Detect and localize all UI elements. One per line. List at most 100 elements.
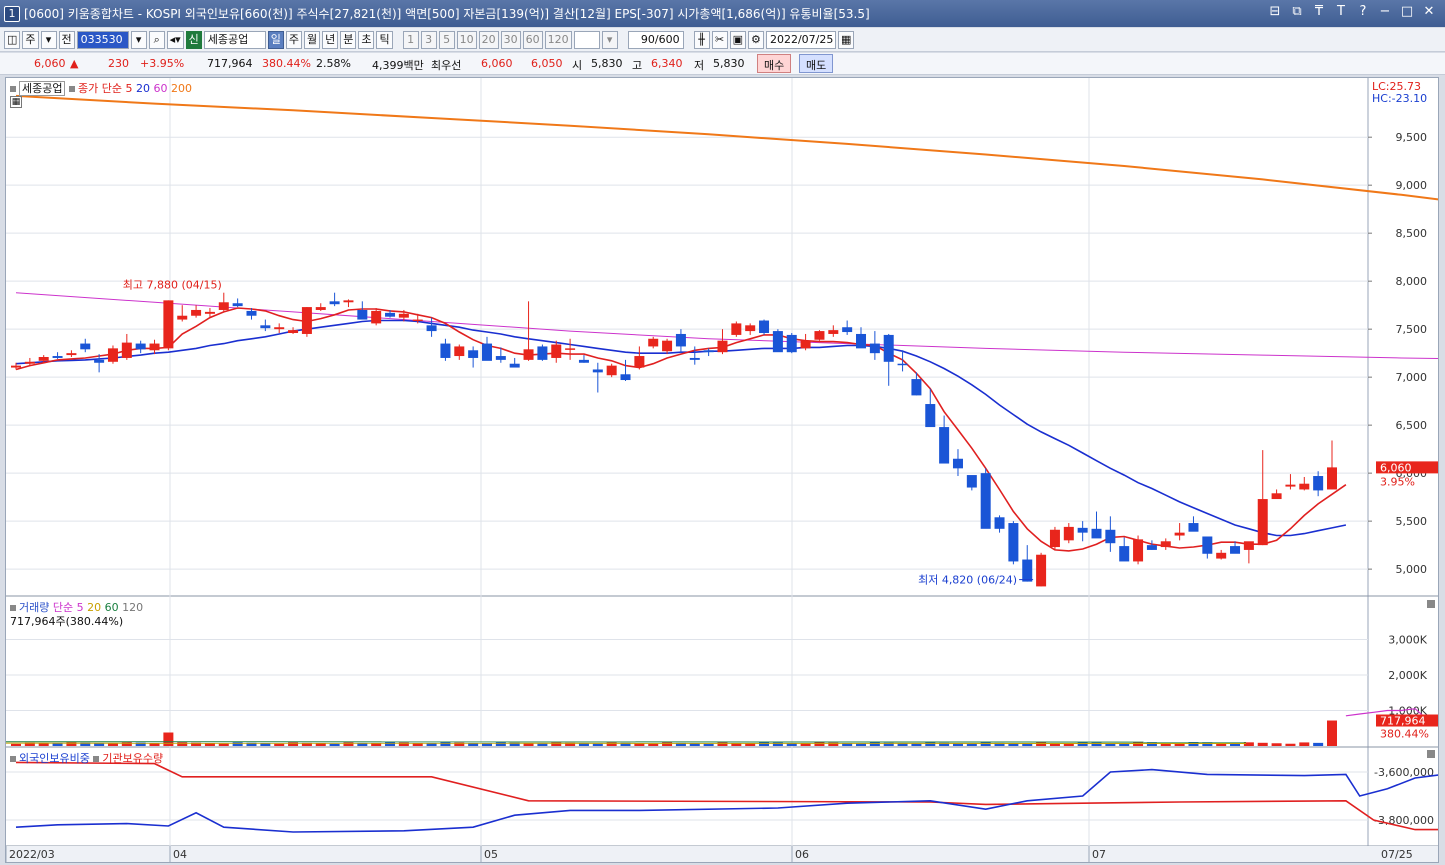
interval-10[interactable]: 10 bbox=[456, 30, 477, 49]
volume-bar bbox=[814, 742, 825, 746]
volume-bar bbox=[371, 743, 382, 746]
candle-body bbox=[1077, 527, 1088, 533]
candle-body bbox=[911, 379, 922, 396]
legend-ma20[interactable]: 20 bbox=[136, 82, 150, 95]
help-icon[interactable]: ? bbox=[1355, 4, 1371, 19]
candle-icon[interactable]: ╫ bbox=[693, 30, 710, 49]
interval-custom-input[interactable] bbox=[573, 30, 600, 49]
last-price-label: 6,060 bbox=[1380, 461, 1412, 474]
calendar-icon[interactable]: ▦ bbox=[837, 30, 855, 49]
legend-inst-title[interactable]: 기관보유수량 bbox=[102, 752, 163, 765]
chevron-down-icon[interactable]: ▾ bbox=[601, 30, 618, 49]
volume-bar bbox=[800, 743, 811, 746]
legend-ma200[interactable]: 200 bbox=[171, 82, 192, 95]
tab-day[interactable]: 일 bbox=[267, 30, 284, 49]
interval-20[interactable]: 20 bbox=[478, 30, 499, 49]
tab-month[interactable]: 월 bbox=[303, 30, 321, 49]
interval-120[interactable]: 120 bbox=[544, 30, 572, 49]
tool-icon[interactable]: ✂ bbox=[711, 30, 728, 49]
grid-table-icon[interactable]: ▦ bbox=[10, 96, 22, 108]
interval-30[interactable]: 30 bbox=[500, 30, 521, 49]
candle-body bbox=[426, 325, 437, 332]
legend-stock-name[interactable]: 세종공업 bbox=[19, 81, 66, 96]
window-title: [0600] 키움종합차트 - KOSPI 외국인보유[660(천)] 주식수[… bbox=[24, 7, 870, 21]
window-number[interactable]: 1 bbox=[4, 5, 20, 22]
save-icon[interactable]: ▣ bbox=[729, 30, 746, 49]
tab-tick[interactable]: 틱 bbox=[376, 30, 393, 49]
candle-body bbox=[329, 301, 340, 305]
tab-minute[interactable]: 분 bbox=[340, 30, 357, 49]
close-icon[interactable]: ✕ bbox=[1421, 4, 1437, 19]
volume-bar bbox=[1188, 742, 1199, 746]
stock-name-field[interactable]: 세종공업 bbox=[203, 30, 266, 49]
font-icon[interactable]: T bbox=[1333, 4, 1349, 19]
tab-second[interactable]: 초 bbox=[358, 30, 375, 49]
tab-year[interactable]: 년 bbox=[322, 30, 339, 49]
y-tick-label: 7,500 bbox=[1396, 323, 1428, 336]
date-input[interactable]: 2022/07/25 bbox=[765, 30, 836, 49]
candle-body bbox=[260, 325, 271, 329]
prev-button[interactable]: 전 bbox=[58, 30, 75, 49]
candle-body bbox=[495, 356, 506, 360]
candle-body bbox=[135, 343, 146, 350]
y-tick-label: 9,500 bbox=[1396, 131, 1428, 144]
chevron-down-icon[interactable]: ▾ bbox=[40, 30, 57, 49]
legend-box-icon bbox=[10, 756, 16, 762]
volume-bar bbox=[759, 742, 770, 746]
search-icon[interactable]: ⌕ bbox=[148, 30, 165, 49]
low-label: 저 bbox=[694, 59, 705, 72]
candle-body bbox=[772, 331, 783, 353]
speaker-icon[interactable]: ◂▾ bbox=[166, 30, 184, 49]
sell-button[interactable]: 매도 bbox=[799, 54, 834, 73]
candle-body bbox=[1133, 539, 1144, 562]
interval-3[interactable]: 3 bbox=[420, 30, 437, 49]
interval-5[interactable]: 5 bbox=[438, 30, 455, 49]
candle-body bbox=[1313, 476, 1324, 491]
candle-body bbox=[1285, 484, 1296, 487]
maximize-icon[interactable]: □ bbox=[1399, 4, 1415, 19]
candle-body bbox=[759, 320, 770, 334]
candle-body bbox=[966, 475, 977, 488]
candle-body bbox=[385, 312, 396, 317]
volume-tick-label: 3,000K bbox=[1388, 634, 1427, 647]
period-select[interactable]: 주 bbox=[22, 30, 39, 49]
candle-body bbox=[52, 356, 63, 358]
chart-svg[interactable]: 2022/03 04 05 06 07 07/255,0005,5006,0006,500… bbox=[6, 78, 1438, 862]
legend-ma-title[interactable]: 종가 단순 bbox=[78, 82, 122, 95]
legend-ma5[interactable]: 5 bbox=[125, 82, 132, 95]
candle-body bbox=[897, 363, 908, 366]
interval-1[interactable]: 1 bbox=[402, 30, 419, 49]
best-ask-value: 6,060 bbox=[481, 57, 513, 70]
settings-icon[interactable]: ⚙ bbox=[747, 30, 764, 49]
y-tick-label: 7,000 bbox=[1396, 371, 1428, 384]
legend-vol-ma120[interactable]: 120 bbox=[122, 601, 143, 614]
candle-body bbox=[163, 300, 174, 349]
chart-area[interactable]: 2022/03 04 05 06 07 07/25 5,000 5,500 6,000 6,500… bbox=[5, 77, 1439, 863]
candle-body bbox=[149, 343, 160, 351]
legend-ma60[interactable]: 60 bbox=[153, 82, 167, 95]
interval-60[interactable]: 60 bbox=[522, 30, 543, 49]
candle-body bbox=[232, 303, 243, 307]
candle-body bbox=[412, 319, 423, 322]
restore-icon[interactable]: ⊟ bbox=[1267, 4, 1283, 19]
candle-body bbox=[1230, 546, 1241, 554]
volume-bar bbox=[911, 743, 922, 746]
current-price: 6,060 bbox=[34, 57, 66, 70]
candle-body bbox=[648, 338, 659, 347]
volume-bar bbox=[385, 742, 396, 746]
chevron-down-icon[interactable]: ▾ bbox=[130, 30, 147, 49]
layout-icon[interactable]: ◫ bbox=[4, 30, 21, 49]
ma200-line bbox=[15, 94, 1438, 201]
count-input[interactable]: 90/600 bbox=[627, 30, 684, 49]
buy-button[interactable]: 매수 bbox=[757, 54, 792, 73]
y-tick-label: 6,500 bbox=[1396, 419, 1428, 432]
minimize-icon[interactable]: − bbox=[1377, 4, 1393, 19]
copy-icon[interactable]: ⧉ bbox=[1289, 4, 1305, 19]
volume-bar bbox=[856, 743, 867, 746]
legend-foreign-title[interactable]: 외국인보유비중 bbox=[19, 752, 90, 765]
tab-week[interactable]: 주 bbox=[285, 30, 302, 49]
stock-code-input[interactable]: 033530 bbox=[76, 30, 129, 49]
pin-icon[interactable]: ₸ bbox=[1311, 4, 1327, 19]
high-annotation: 최고 7,880 (04/15) bbox=[123, 279, 222, 292]
candle-body bbox=[523, 349, 534, 360]
